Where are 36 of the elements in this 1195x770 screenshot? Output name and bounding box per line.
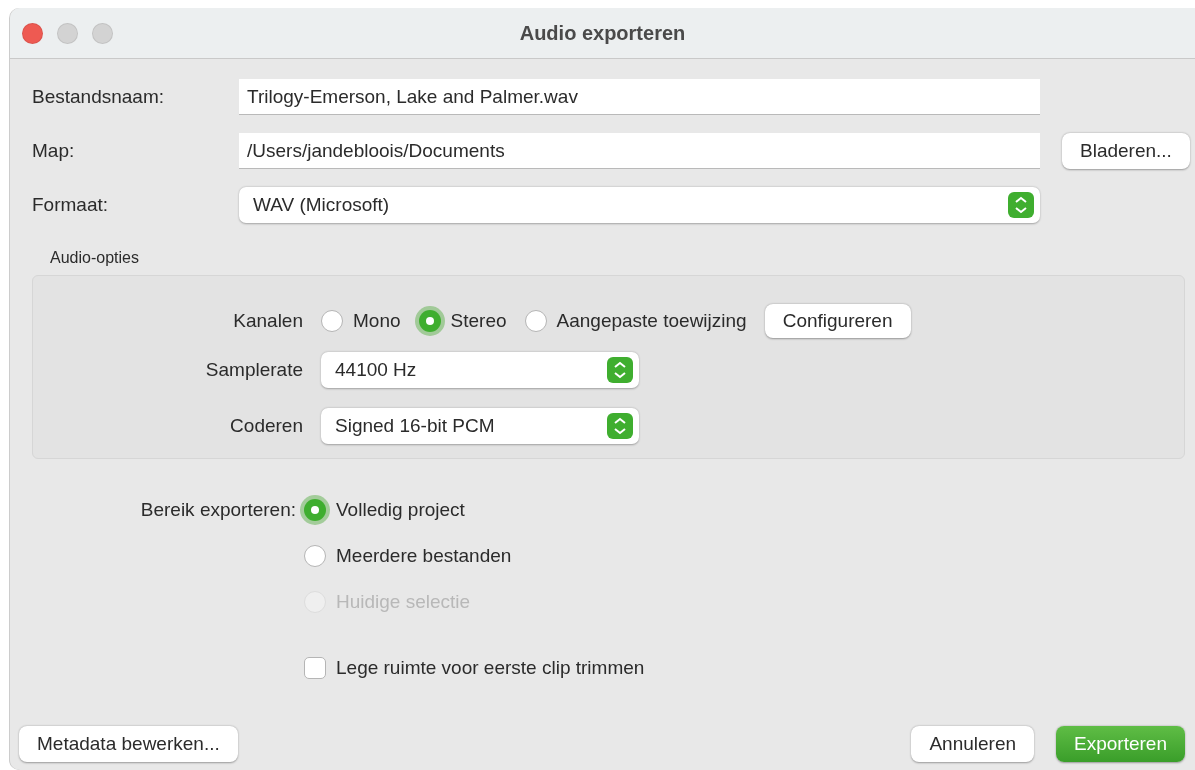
- field-label: Formaat:: [32, 194, 110, 216]
- radio-option[interactable]: Stereo: [418, 310, 507, 332]
- dropdown-select[interactable]: Signed 16-bit PCM: [321, 408, 639, 444]
- window-title: Audio exporteren: [519, 21, 686, 45]
- stepper-icon: [607, 357, 633, 383]
- checkbox[interactable]: [304, 657, 326, 679]
- dropdown-select[interactable]: 44100 Hz: [321, 352, 639, 388]
- configure-button[interactable]: Configureren: [764, 304, 911, 338]
- radio-option[interactable]: Aangepaste toewijzing: [524, 310, 747, 332]
- minimize-icon[interactable]: [57, 23, 78, 44]
- text-field[interactable]: /Users/jandebloois/Documents: [239, 133, 1040, 169]
- radio-icon[interactable]: [304, 499, 326, 521]
- radio-icon[interactable]: [524, 310, 547, 332]
- cancel-button[interactable]: Annuleren: [911, 726, 1035, 762]
- close-icon[interactable]: [22, 23, 43, 44]
- radio-icon[interactable]: [321, 310, 343, 332]
- field-label: Kanalen: [232, 310, 303, 332]
- field-label: Coderen: [229, 415, 303, 437]
- radio-option[interactable]: Volledig project: [304, 499, 465, 521]
- metadata-button[interactable]: Metadata bewerken...: [19, 726, 238, 762]
- field-label: Map:: [32, 140, 76, 162]
- stepper-icon: [1008, 192, 1034, 218]
- maximize-icon[interactable]: [92, 23, 113, 44]
- field-label: Samplerate: [204, 359, 303, 381]
- radio-icon[interactable]: [418, 310, 441, 332]
- format-select[interactable]: WAV (Microsoft): [239, 187, 1040, 223]
- text-field[interactable]: Trilogy-Emerson, Lake and Palmer.wav: [239, 79, 1040, 115]
- radio-icon[interactable]: [304, 545, 326, 567]
- radio-option[interactable]: Mono: [321, 310, 401, 332]
- group-title: Audio-opties: [50, 249, 140, 267]
- radio-option[interactable]: Meerdere bestanden: [304, 545, 512, 567]
- field-label: Bestandsnaam:: [32, 86, 166, 108]
- field-label: Bereik exporteren:: [139, 499, 296, 521]
- stepper-icon: [607, 413, 633, 439]
- browse-button[interactable]: Bladeren...: [1062, 133, 1190, 169]
- checkbox-option[interactable]: Lege ruimte voor eerste clip trimmen: [304, 657, 645, 679]
